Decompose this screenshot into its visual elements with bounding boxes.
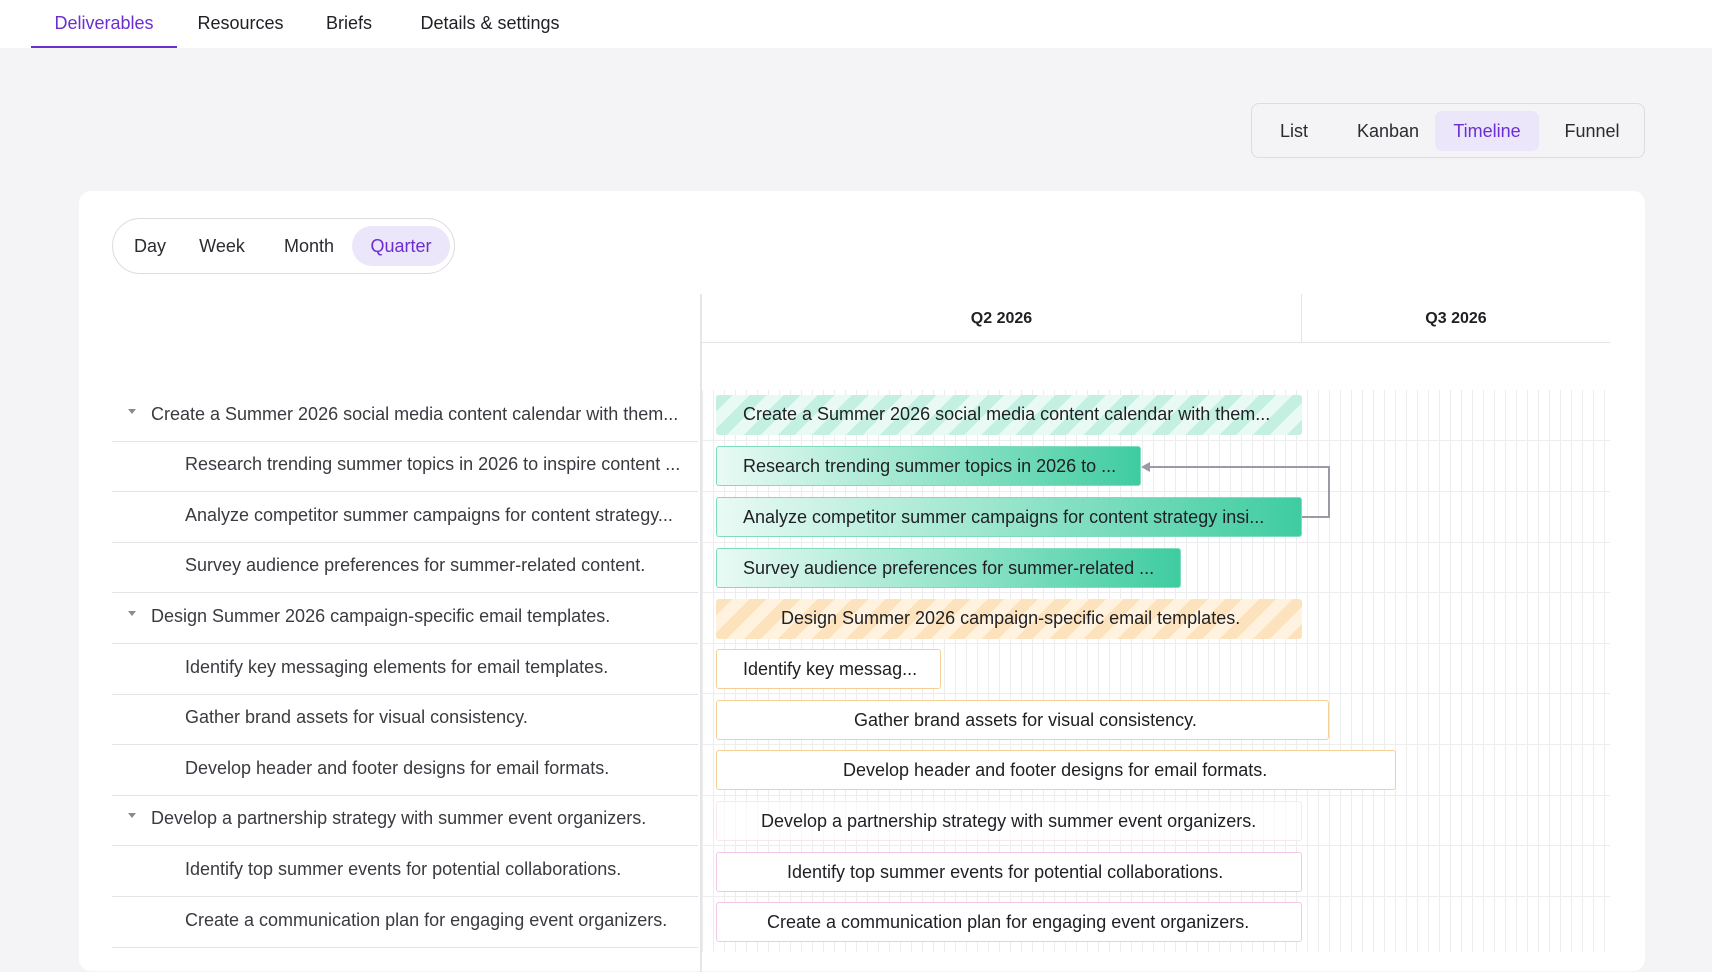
task-row[interactable]: Design Summer 2026 campaign-specific ema… <box>112 594 698 644</box>
gantt-bar[interactable]: Identify top summer events for potential… <box>716 852 1302 892</box>
task-label: Create a Summer 2026 social media conten… <box>151 404 679 424</box>
task-row[interactable]: Create a communication plan for engaging… <box>112 898 698 948</box>
zoom-option-month[interactable]: Month <box>265 226 353 266</box>
tab-deliverables[interactable]: Deliverables <box>31 0 177 48</box>
gantt-bar-label: Identify top summer events for potential… <box>787 862 1224 882</box>
grid-row-line <box>702 693 1610 694</box>
grid-row-line <box>702 440 1610 441</box>
zoom-selector: Day Week Month Quarter <box>112 218 455 274</box>
task-row[interactable]: Identify key messaging elements for emai… <box>112 645 698 695</box>
tab-briefs[interactable]: Briefs <box>318 0 380 48</box>
zoom-option-day[interactable]: Day <box>121 226 179 266</box>
task-label: Research trending summer topics in 2026 … <box>185 454 681 474</box>
gantt-bar-group[interactable]: Develop a partnership strategy with summ… <box>716 801 1302 841</box>
gantt-bar[interactable]: Develop header and footer designs for em… <box>716 750 1396 790</box>
task-row[interactable]: Develop a partnership strategy with summ… <box>112 796 698 846</box>
gantt-bar-label: Gather brand assets for visual consisten… <box>854 710 1197 730</box>
grid-row-line <box>702 491 1610 492</box>
gantt-bar[interactable]: Survey audience preferences for summer-r… <box>716 548 1181 588</box>
gantt-bar-label: Create a Summer 2026 social media conten… <box>743 404 1271 424</box>
gantt-bar-label: Develop header and footer designs for em… <box>843 760 1268 780</box>
grid-row-line <box>702 795 1610 796</box>
collapse-caret-icon[interactable] <box>128 409 136 414</box>
view-option-timeline[interactable]: Timeline <box>1435 111 1539 151</box>
gantt-bar-label: Research trending summer topics in 2026 … <box>743 456 1117 476</box>
task-row[interactable]: Develop header and footer designs for em… <box>112 746 698 796</box>
grid-row-line <box>702 744 1610 745</box>
gantt-bar[interactable]: Research trending summer topics in 2026 … <box>716 446 1141 486</box>
gantt-bar[interactable]: Analyze competitor summer campaigns for … <box>716 497 1302 537</box>
task-label: Gather brand assets for visual consisten… <box>185 707 528 727</box>
collapse-caret-icon[interactable] <box>128 813 136 818</box>
task-label: Create a communication plan for engaging… <box>185 910 668 930</box>
task-label: Survey audience preferences for summer-r… <box>185 555 646 575</box>
task-row[interactable]: Identify top summer events for potential… <box>112 847 698 897</box>
view-option-kanban[interactable]: Kanban <box>1338 111 1438 151</box>
collapse-caret-icon[interactable] <box>128 611 136 616</box>
quarter-label: Q3 2026 <box>1425 310 1487 327</box>
gantt-bar-label: Create a communication plan for engaging… <box>767 912 1250 932</box>
task-row[interactable]: Gather brand assets for visual consisten… <box>112 695 698 745</box>
gantt-bar-group[interactable]: Design Summer 2026 campaign-specific ema… <box>716 599 1302 639</box>
task-row[interactable]: Create a Summer 2026 social media conten… <box>112 392 698 442</box>
view-switcher: List Kanban Timeline Funnel <box>1251 103 1645 158</box>
grid-row-line <box>702 896 1610 897</box>
view-option-funnel[interactable]: Funnel <box>1547 111 1637 151</box>
task-label: Identify top summer events for potential… <box>185 859 622 879</box>
tab-details-settings[interactable]: Details & settings <box>408 0 572 48</box>
task-label: Develop a partnership strategy with summ… <box>151 808 647 828</box>
gantt-bar-label: Develop a partnership strategy with summ… <box>761 811 1257 831</box>
grid-row-line <box>702 845 1610 846</box>
task-row[interactable]: Survey audience preferences for summer-r… <box>112 543 698 593</box>
zoom-option-week[interactable]: Week <box>183 226 261 266</box>
task-row[interactable]: Analyze competitor summer campaigns for … <box>112 493 698 543</box>
grid-row-line <box>702 542 1610 543</box>
task-label: Identify key messaging elements for emai… <box>185 657 609 677</box>
view-option-list[interactable]: List <box>1260 111 1328 151</box>
timeline-header: Q2 2026 Q3 2026 <box>702 294 1610 343</box>
gantt-bar-label: Identify key messag... <box>743 659 918 679</box>
top-navigation: Deliverables Resources Briefs Details & … <box>0 0 1712 48</box>
gantt-bar[interactable]: Create a communication plan for engaging… <box>716 902 1302 942</box>
gantt-bar-label: Analyze competitor summer campaigns for … <box>743 507 1265 527</box>
gantt-bar-label: Design Summer 2026 campaign-specific ema… <box>781 608 1241 628</box>
zoom-option-quarter[interactable]: Quarter <box>352 226 450 266</box>
task-label: Develop header and footer designs for em… <box>185 758 610 778</box>
task-label: Design Summer 2026 campaign-specific ema… <box>151 606 611 626</box>
task-label: Analyze competitor summer campaigns for … <box>185 505 673 525</box>
quarter-label: Q2 2026 <box>970 310 1033 327</box>
gantt-bar-group[interactable]: Create a Summer 2026 social media conten… <box>716 395 1302 435</box>
grid-row-line <box>702 592 1610 593</box>
gantt-bar[interactable]: Gather brand assets for visual consisten… <box>716 700 1329 740</box>
task-row[interactable]: Research trending summer topics in 2026 … <box>112 442 698 492</box>
gantt-bar-label: Survey audience preferences for summer-r… <box>743 558 1155 578</box>
grid-row-line <box>702 643 1610 644</box>
tab-resources[interactable]: Resources <box>186 0 295 48</box>
gantt-bar[interactable]: Identify key messag... <box>716 649 941 689</box>
